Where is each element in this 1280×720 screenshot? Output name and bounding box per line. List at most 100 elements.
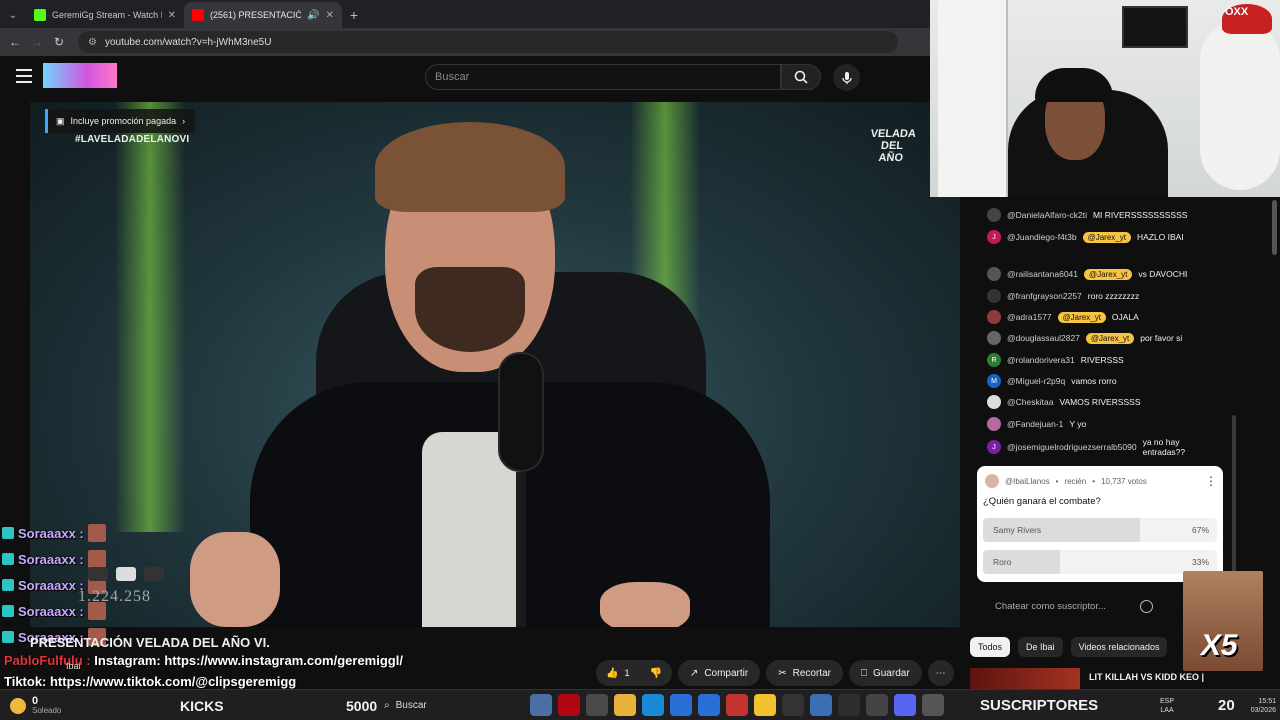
page-scrollbar[interactable] [1272, 200, 1277, 255]
chat-avatar[interactable] [987, 395, 1001, 409]
poll-menu-icon[interactable]: ⋮ [1205, 474, 1217, 488]
like-button[interactable]: 👍 [606, 668, 618, 679]
search-button[interactable] [781, 64, 821, 90]
poll-votes: 10,737 votos [1101, 476, 1147, 486]
save-button[interactable]: ⎕ Guardar [848, 660, 922, 686]
close-tab-icon[interactable]: ✕ [168, 10, 176, 21]
app-icon[interactable] [726, 694, 748, 716]
taskbar-search[interactable]: ⌕ Buscar [384, 690, 427, 720]
chat-scrollbar[interactable] [1232, 415, 1236, 575]
paid-promotion-badge[interactable]: ▣ Incluye promoción pagada › [45, 109, 196, 133]
chat-avatar[interactable] [987, 417, 1001, 431]
tab-youtube[interactable]: (2561) PRESENTACIÓN VEL 🔊 ✕ [184, 2, 342, 28]
chat-message[interactable]: @Fandejuan-1 Y yo [987, 417, 1086, 431]
chat-avatar[interactable]: J [987, 230, 1001, 244]
app-icon[interactable] [922, 694, 944, 716]
chat-author[interactable]: @rolandorivera31 [1007, 355, 1075, 365]
chrome-icon[interactable] [754, 694, 776, 716]
chat-author[interactable]: @douglassaul2827 [1007, 333, 1080, 343]
search-input[interactable]: Buscar [425, 64, 781, 90]
weather-text: Soleado [32, 705, 62, 715]
xbox-icon[interactable] [838, 694, 860, 716]
site-info-icon[interactable]: ⚙ [88, 37, 97, 48]
chat-message[interactable]: J @Juandiego-f4t3b @Jarex_yt HAZLO IBAI [987, 230, 1184, 244]
chip-all[interactable]: Todos [970, 637, 1011, 657]
mute-tab-icon[interactable]: 🔊 [307, 10, 319, 21]
close-tab-icon[interactable]: ✕ [326, 10, 334, 21]
velada-logo: VELADA DEL AÑO [870, 128, 917, 164]
chat-message[interactable]: M @Miguel-r2p9q vamos rorro [987, 374, 1117, 388]
chat-input[interactable]: Chatear como suscriptor... [985, 595, 1163, 619]
chat-author[interactable]: @Juandiego-f4t3b [1007, 232, 1077, 242]
chat-badge-icon [2, 631, 14, 643]
app-icon[interactable] [586, 694, 608, 716]
discord-icon[interactable] [894, 694, 916, 716]
chat-message[interactable]: R @rolandorivera31 RIVERSSS [987, 353, 1124, 367]
chat-author[interactable]: @Cheskitaa [1007, 397, 1053, 407]
chat-avatar[interactable] [987, 310, 1001, 324]
mail-icon[interactable] [698, 694, 720, 716]
chat-author[interactable]: @Miguel-r2p9q [1007, 376, 1065, 386]
chat-message[interactable]: @adra1577 @Jarex_yt OJALA [987, 310, 1139, 324]
app-icon[interactable] [810, 694, 832, 716]
chip-related[interactable]: Videos relacionados [1070, 637, 1168, 657]
poll-question: ¿Quién ganará el combate? [983, 496, 1101, 507]
chip-from-ibai[interactable]: De Ibai [1018, 637, 1063, 657]
app-icon[interactable] [866, 694, 888, 716]
chat-author[interactable]: @adra1577 [1007, 312, 1052, 322]
channel-name[interactable]: Ibai [66, 661, 81, 671]
clock-date: 03/2026 [1250, 706, 1276, 714]
chat-avatar[interactable]: M [987, 374, 1001, 388]
chat-author[interactable]: @DanielaAlfaro-ck2ti [1007, 210, 1087, 220]
chat-author[interactable]: @josemiguelrodriguezserralb5090 [1007, 442, 1137, 452]
chat-message[interactable]: @DanielaAlfaro-ck2ti MI RIVERSSSSSSSSSS [987, 208, 1187, 222]
clock[interactable]: 15:51 03/2026 [1240, 690, 1276, 720]
related-title[interactable]: LIT KILLAH VS KIDD KEO | [1089, 672, 1204, 682]
chat-avatar[interactable] [987, 208, 1001, 222]
menu-hamburger-icon[interactable] [16, 69, 32, 83]
chat-message[interactable]: @douglassaul2827 @Jarex_yt por favor si [987, 331, 1182, 345]
chat-message[interactable]: @railisantana6041 @Jarex_yt vs DAVOCHI [987, 267, 1187, 281]
netflix-icon[interactable] [558, 694, 580, 716]
related-video-item[interactable]: LIT KILLAH VS KIDD KEO | [970, 668, 1230, 690]
youtube-doodle-logo[interactable] [43, 63, 117, 88]
chat-message[interactable]: J @josemiguelrodriguezserralb5090 ya no ha… [987, 437, 1203, 457]
emoji-icon[interactable] [1140, 600, 1153, 613]
tab-search-button[interactable]: ⌄ [0, 2, 26, 28]
chat-text: ya no hay entradas?? [1142, 437, 1186, 457]
chat-avatar[interactable] [987, 331, 1001, 345]
green-light-beam [115, 102, 185, 532]
more-actions-button[interactable]: ⋯ [927, 660, 954, 686]
related-thumbnail[interactable] [970, 668, 1080, 690]
language-indicator[interactable]: ESP LAA [1160, 690, 1174, 720]
store-icon[interactable] [670, 694, 692, 716]
chat-author[interactable]: @franfgrayson2257 [1007, 291, 1082, 301]
chat-message[interactable]: @franfgrayson2257 roro zzzzzzzz [987, 289, 1139, 303]
edge-icon[interactable] [642, 694, 664, 716]
bear-hat-tag: OXX [1225, 6, 1249, 18]
chat-author[interactable]: @railisantana6041 [1007, 269, 1078, 279]
new-tab-button[interactable]: + [342, 2, 366, 28]
chat-avatar[interactable]: J [987, 440, 1001, 454]
share-button[interactable]: ↗ Compartir [677, 660, 761, 686]
poll-option[interactable]: Roro 33% [983, 550, 1217, 574]
epic-games-icon[interactable] [782, 694, 804, 716]
chat-author[interactable]: @Fandejuan-1 [1007, 419, 1063, 429]
voice-search-button[interactable] [833, 64, 860, 91]
poll-option[interactable]: Samy Rivers 67% [983, 518, 1217, 542]
clip-button[interactable]: ✂ Recortar [766, 660, 843, 686]
weather-widget[interactable]: 0 Soleado [10, 690, 61, 720]
chat-avatar[interactable] [987, 267, 1001, 281]
reload-icon[interactable]: ↻ [52, 35, 66, 49]
address-bar-row: ← → ↻ ⚙ youtube.com/watch?v=h-jWhM3ne5U [0, 28, 930, 56]
chat-message[interactable]: @Cheskitaa VAMOS RIVERSSSS [987, 395, 1141, 409]
back-arrow-icon[interactable]: ← [8, 35, 22, 49]
file-explorer-icon[interactable] [614, 694, 636, 716]
task-view-icon[interactable] [530, 694, 552, 716]
dislike-button[interactable]: 👎 [649, 668, 661, 679]
url-field[interactable]: ⚙ youtube.com/watch?v=h-jWhM3ne5U [78, 31, 898, 53]
chat-avatar[interactable]: R [987, 353, 1001, 367]
tab-geremigg[interactable]: GeremiGg Stream - Watch Live ✕ [26, 2, 184, 28]
chat-avatar[interactable] [987, 289, 1001, 303]
forward-arrow-icon[interactable]: → [30, 35, 44, 49]
